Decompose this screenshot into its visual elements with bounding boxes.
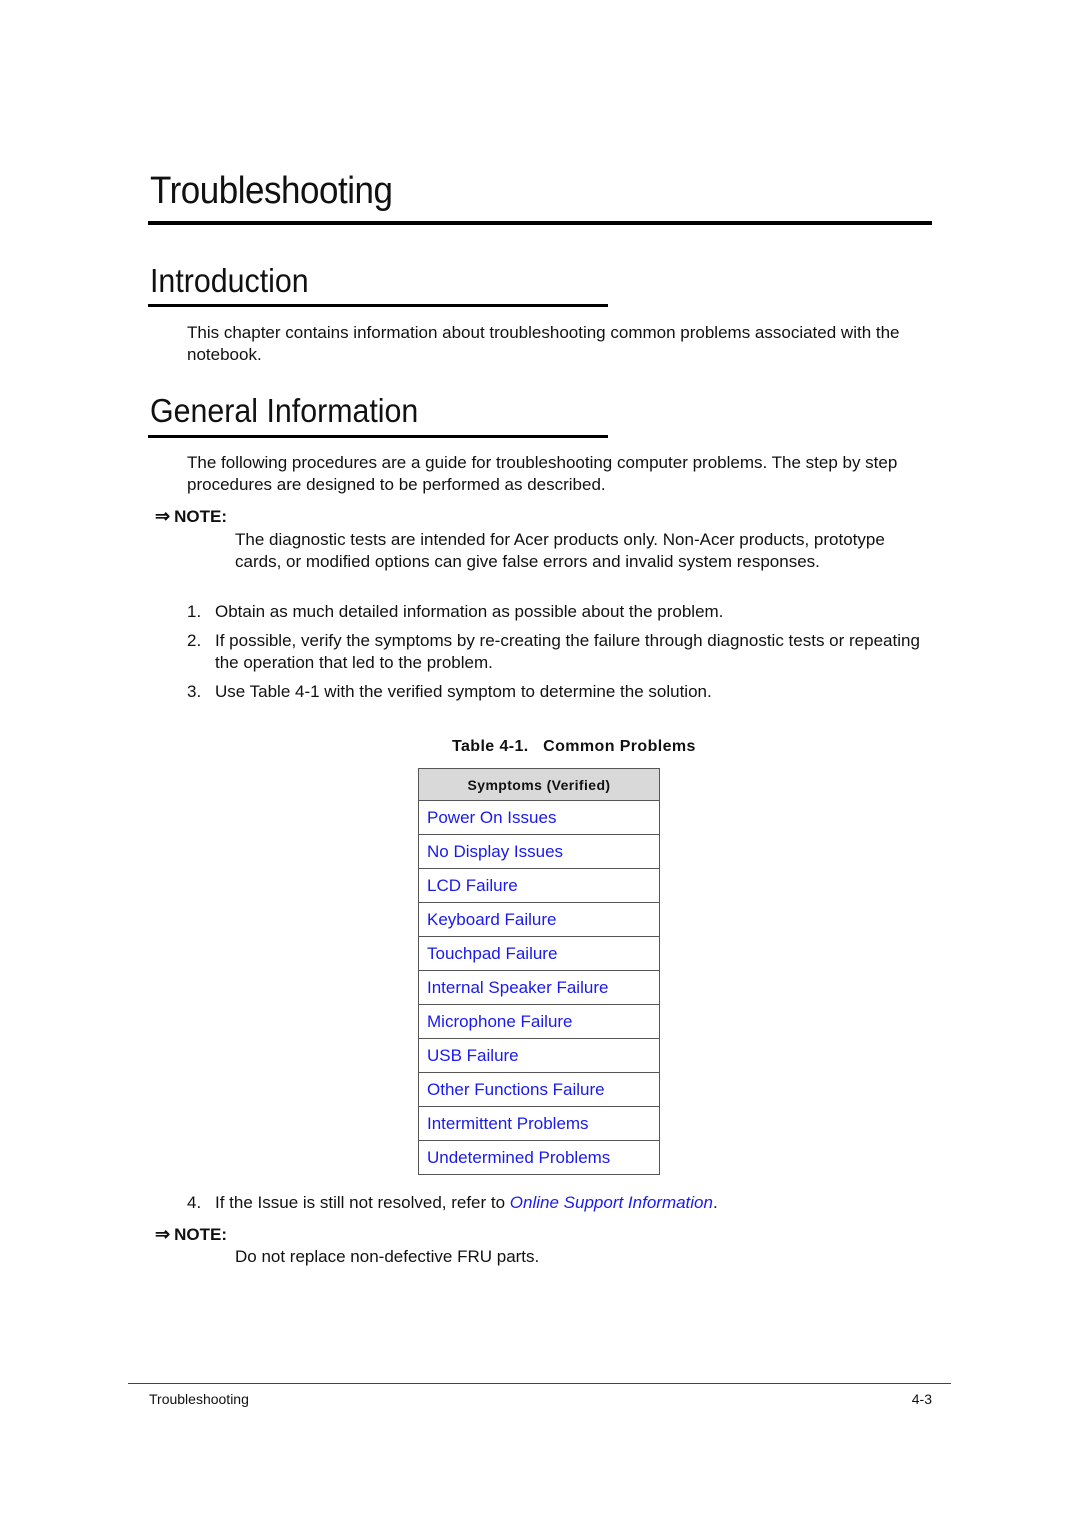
step-number: 4. [187,1193,202,1212]
note-text: Do not replace non-defective FRU parts. [235,1247,540,1266]
step-text: If the Issue is still not resolved, refe… [215,1192,718,1214]
step-item: 4. If the Issue is still not resolved, r… [187,1192,932,1214]
symptom-link[interactable]: Other Functions Failure [418,1072,660,1107]
table-row: Touchpad Failure [418,936,660,971]
note-text: The diagnostic tests are intended for Ac… [235,530,885,571]
step-number: 1. [187,602,202,621]
symptom-link[interactable]: LCD Failure [418,868,660,903]
section-rule-introduction [148,304,608,307]
step-number: 3. [187,682,202,701]
symptom-link[interactable]: No Display Issues [418,834,660,869]
table-row: Internal Speaker Failure [418,970,660,1005]
table-row: Microphone Failure [418,1004,660,1039]
section-rule-general-information [148,435,608,438]
step-text: Use Table 4-1 with the verified symptom … [215,682,712,701]
table-row: USB Failure [418,1038,660,1073]
symptom-link[interactable]: Intermittent Problems [418,1106,660,1141]
step-item: 2. If possible, verify the symptoms by r… [187,630,932,674]
step-item: 3. Use Table 4-1 with the verified sympt… [187,681,932,703]
introduction-paragraph: This chapter contains information about … [187,323,900,364]
table-row: Other Functions Failure [418,1072,660,1107]
symptom-link[interactable]: Touchpad Failure [418,936,660,971]
step-text: Obtain as much detailed information as p… [215,602,724,621]
symptom-link[interactable]: Internal Speaker Failure [418,970,660,1005]
symptom-link[interactable]: Keyboard Failure [418,902,660,937]
table-row: No Display Issues [418,834,660,869]
online-support-information-link[interactable]: Online Support Information [510,1193,713,1212]
symptom-link[interactable]: Microphone Failure [418,1004,660,1039]
note-heading: ⇒ NOTE: [155,1224,227,1245]
general-information-paragraph: The following procedures are a guide for… [187,453,898,494]
section-heading-general-information: General Information [150,392,419,429]
step-item: 1. Obtain as much detailed information a… [187,601,932,623]
chapter-title-rule [148,221,932,225]
symptom-link[interactable]: USB Failure [418,1038,660,1073]
arrow-right-icon: ⇒ [155,1224,171,1244]
table-row: Intermittent Problems [418,1106,660,1141]
footer-page-number: 4-3 [911,1391,932,1407]
step-text-before: If the Issue is still not resolved, refe… [215,1193,510,1212]
arrow-right-icon: ⇒ [155,506,171,526]
note-label: NOTE: [174,1224,227,1244]
note-heading: ⇒ NOTE: [155,506,227,527]
footer-chapter-name: Troubleshooting [149,1391,249,1407]
common-problems-table: Symptoms (Verified) Power On Issues No Di… [418,768,660,1175]
step-text-after: . [712,1193,718,1212]
table-row: Undetermined Problems [418,1140,660,1175]
symptom-link[interactable]: Power On Issues [418,800,660,835]
table-header: Symptoms (Verified) [418,768,660,801]
footer-rule [128,1383,951,1384]
table-row: Power On Issues [418,800,660,835]
symptom-link[interactable]: Undetermined Problems [418,1140,660,1175]
step-text: If possible, verify the symptoms by re-c… [215,631,920,672]
chapter-title: Troubleshooting [150,170,393,212]
table-row: Keyboard Failure [418,902,660,937]
step-number: 2. [187,631,202,650]
note-label: NOTE: [174,506,227,526]
table-row: LCD Failure [418,868,660,903]
table-caption: Table 4-1. Common Problems [452,738,696,755]
section-heading-introduction: Introduction [150,262,309,299]
